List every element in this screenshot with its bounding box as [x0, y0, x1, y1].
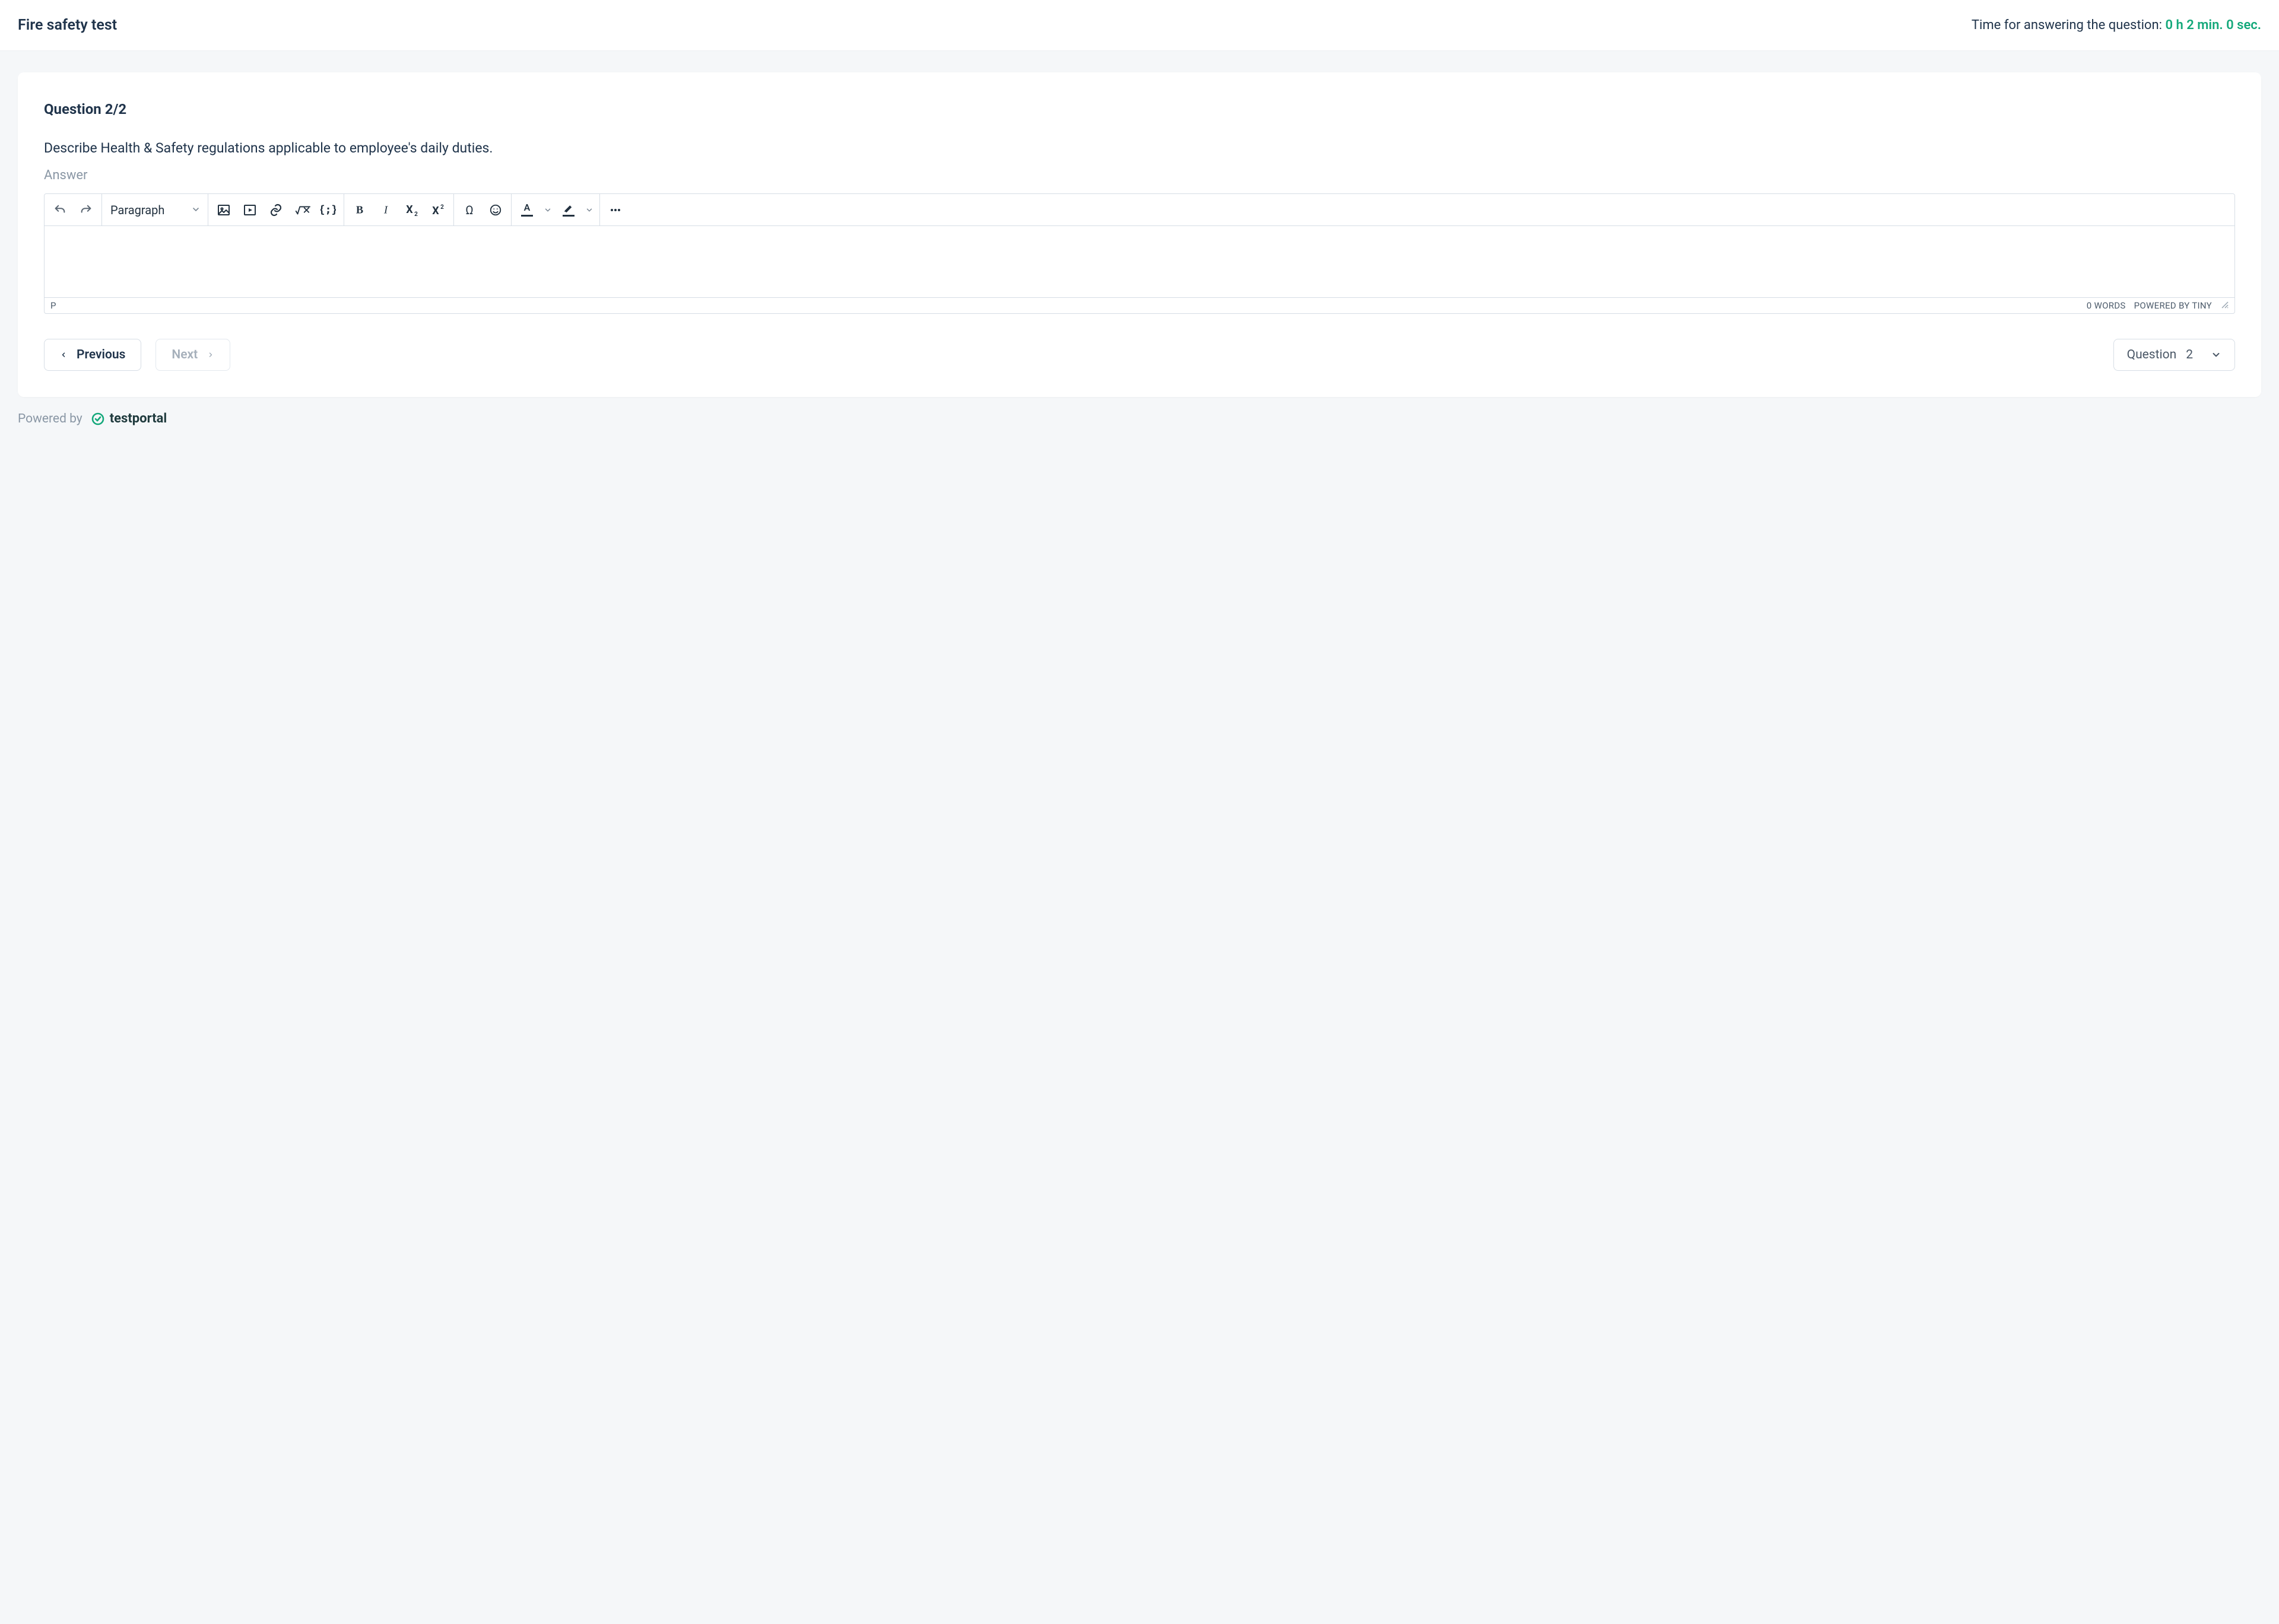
superscript-icon: X2: [430, 204, 446, 217]
highlight-color-dropdown[interactable]: [583, 198, 596, 222]
question-select-label: Question: [2127, 348, 2177, 362]
question-select-number: 2: [2186, 348, 2193, 362]
omega-icon: Ω: [462, 203, 477, 217]
toolbar-group-more: [600, 194, 631, 225]
link-icon: [269, 203, 283, 217]
editor-element-path: P: [50, 300, 56, 311]
text-color-dropdown[interactable]: [541, 198, 554, 222]
editor-content-area[interactable]: [45, 226, 2234, 297]
answer-label: Answer: [44, 168, 2235, 183]
chevron-right-icon: [207, 350, 214, 360]
resize-handle-icon[interactable]: [2220, 300, 2229, 311]
checkmark-circle-icon: [91, 412, 105, 426]
text-color-button[interactable]: A: [515, 198, 539, 222]
undo-icon: [53, 204, 66, 217]
brand-name: testportal: [110, 411, 167, 426]
emoji-icon: [489, 204, 502, 217]
timer: Time for answering the question: 0 h 2 m…: [1972, 18, 2261, 33]
toolbar-group-insert: {;}: [208, 194, 344, 225]
more-button[interactable]: [604, 198, 627, 222]
editor-statusbar: P 0 WORDS POWERED BY TINY: [45, 297, 2234, 313]
highlight-color-button[interactable]: [557, 198, 580, 222]
svg-text:2: 2: [440, 204, 444, 211]
insert-video-button[interactable]: [238, 198, 262, 222]
superscript-button[interactable]: X2: [426, 198, 450, 222]
next-label: Next: [172, 348, 198, 362]
chevron-down-icon: [2211, 349, 2221, 360]
redo-icon: [80, 204, 93, 217]
redo-button[interactable]: [74, 198, 98, 222]
insert-equation-button[interactable]: [290, 198, 314, 222]
question-select[interactable]: Question 2: [2113, 339, 2235, 371]
equation-icon: [294, 203, 310, 217]
svg-text:2: 2: [414, 211, 418, 217]
chevron-down-icon: [191, 203, 201, 217]
next-button[interactable]: Next: [155, 339, 230, 371]
question-text: Describe Health & Safety regulations app…: [44, 140, 2235, 156]
rich-text-editor: Paragraph: [44, 193, 2235, 314]
previous-button[interactable]: Previous: [44, 339, 141, 371]
toolbar-group-history: [45, 194, 102, 225]
editor-branding: POWERED BY TINY: [2134, 300, 2212, 311]
format-select-label: Paragraph: [110, 203, 164, 217]
page-header: Fire safety test Time for answering the …: [0, 0, 2279, 51]
italic-button[interactable]: I: [374, 198, 398, 222]
powered-by-label: Powered by: [18, 412, 82, 426]
svg-text:Ω: Ω: [465, 203, 473, 217]
svg-text:X: X: [406, 204, 413, 216]
bold-button[interactable]: B: [348, 198, 372, 222]
highlight-icon: [563, 203, 574, 212]
insert-code-button[interactable]: {;}: [316, 198, 340, 222]
svg-text:B: B: [356, 204, 363, 215]
timer-label: Time for answering the question:: [1972, 18, 2162, 33]
brand-logo[interactable]: testportal: [91, 411, 167, 426]
test-title: Fire safety test: [18, 17, 117, 34]
more-icon: [608, 203, 623, 217]
toolbar-group-symbols: Ω: [454, 194, 512, 225]
undo-button[interactable]: [48, 198, 72, 222]
previous-label: Previous: [77, 348, 125, 362]
editor-toolbar: Paragraph: [45, 194, 2234, 226]
insert-image-button[interactable]: [212, 198, 236, 222]
question-card: Question 2/2 Describe Health & Safety re…: [18, 72, 2261, 397]
format-select[interactable]: Paragraph: [102, 197, 208, 223]
video-icon: [243, 203, 257, 217]
special-character-button[interactable]: Ω: [458, 198, 481, 222]
toolbar-group-color: A: [512, 194, 600, 225]
question-indicator: Question 2/2: [44, 101, 2235, 117]
nav-buttons: Previous Next: [44, 339, 230, 371]
page-footer: Powered by testportal: [18, 411, 2261, 426]
italic-icon: I: [379, 204, 392, 217]
highlight-color-swatch: [563, 215, 574, 217]
timer-value: 0 h 2 min. 0 sec.: [2165, 18, 2261, 33]
chevron-left-icon: [60, 350, 67, 360]
code-icon: {;}: [320, 203, 336, 217]
svg-text:I: I: [383, 204, 388, 215]
image-icon: [217, 203, 231, 217]
insert-link-button[interactable]: [264, 198, 288, 222]
toolbar-group-format-select: Paragraph: [102, 194, 208, 225]
chevron-down-icon: [585, 206, 593, 214]
subscript-button[interactable]: X2: [400, 198, 424, 222]
card-footer: Previous Next Question 2: [44, 339, 2235, 371]
svg-text:{;}: {;}: [320, 204, 336, 216]
toolbar-group-text-style: B I X2 X2: [344, 194, 454, 225]
text-color-swatch: [521, 215, 533, 217]
emoji-button[interactable]: [484, 198, 507, 222]
svg-text:X: X: [432, 205, 439, 217]
bold-icon: B: [353, 204, 366, 217]
subscript-icon: X2: [404, 204, 420, 217]
editor-word-count: 0 WORDS: [2087, 300, 2126, 311]
text-color-icon: A: [524, 203, 531, 212]
chevron-down-icon: [544, 206, 552, 214]
